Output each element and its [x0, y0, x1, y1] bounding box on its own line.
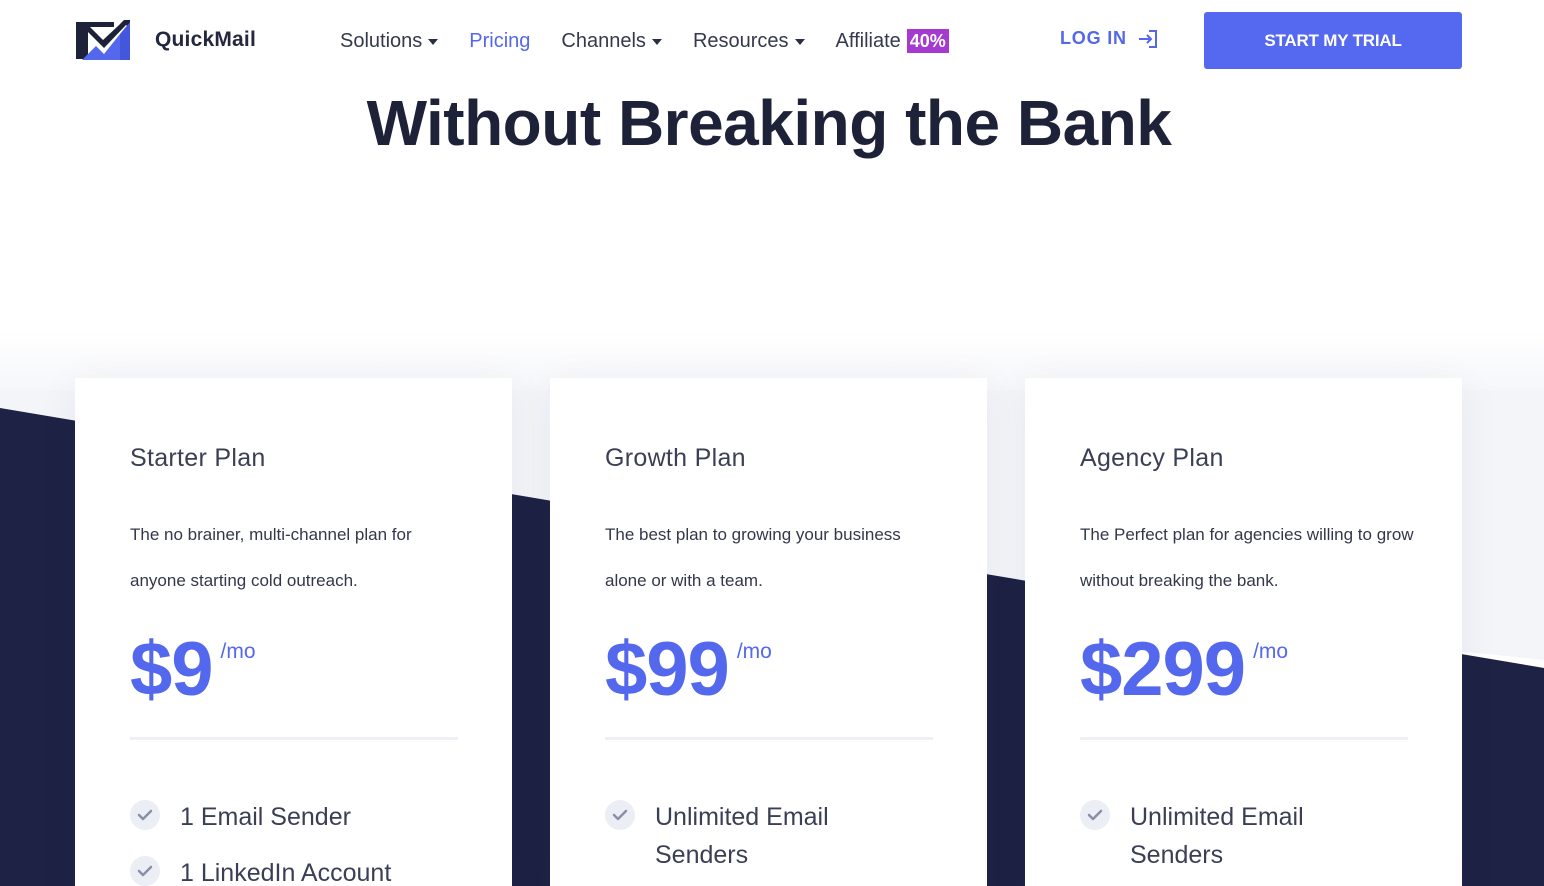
plan-card-growth: Growth Plan The best plan to growing you… — [550, 378, 987, 886]
envelope-chart-icon[interactable] — [74, 18, 132, 64]
plan-price: $299 /mo — [1080, 626, 1288, 714]
page-headline: Without Breaking the Bank — [366, 87, 1172, 159]
start-trial-button[interactable]: START MY TRIAL — [1204, 12, 1462, 69]
nav-item-channels[interactable]: Channels — [561, 30, 662, 53]
nav-item-pricing[interactable]: Pricing — [469, 30, 530, 53]
main-nav: Solutions Pricing Channels Resources Aff… — [340, 27, 980, 55]
plan-description: The best plan to growing your business a… — [605, 525, 901, 590]
plan-description: The no brainer, multi-channel plan for a… — [130, 525, 412, 590]
feature-list: 1 Email Sender 1 LinkedIn Account — [130, 798, 440, 886]
feature-text: Unlimited Email Senders — [1130, 803, 1304, 869]
divider — [1080, 737, 1408, 740]
site-header: QuickMail Solutions Pricing Channels Res… — [0, 0, 1544, 82]
feature-item: Unlimited Email Senders — [605, 798, 875, 874]
brand-name[interactable]: QuickMail — [155, 28, 256, 52]
plan-price: $99 /mo — [605, 626, 772, 714]
feature-list: Unlimited Email Senders — [605, 798, 875, 886]
price-period: /mo — [736, 640, 772, 663]
nav-item-label: Channels — [561, 29, 646, 52]
price-amount: $9 — [130, 627, 214, 712]
plan-name: Starter Plan — [130, 444, 266, 472]
plan-card-starter: Starter Plan The no brainer, multi-chann… — [75, 378, 512, 886]
plan-price: $9 /mo — [130, 626, 256, 714]
nav-item-label: Pricing — [469, 29, 531, 52]
affiliate-badge: 40% — [906, 29, 949, 53]
caret-down-icon — [428, 39, 439, 45]
nav-item-label: Solutions — [340, 29, 423, 52]
price-period: /mo — [220, 640, 256, 663]
nav-item-solutions[interactable]: Solutions — [340, 29, 439, 53]
check-icon — [130, 856, 160, 886]
feature-text: Unlimited Email Senders — [655, 803, 829, 869]
divider — [605, 737, 933, 740]
plan-card-agency: Agency Plan The Perfect plan for agencie… — [1025, 378, 1462, 886]
feature-item: 1 Email Sender — [130, 798, 440, 836]
login-link[interactable]: LOG IN — [1060, 28, 1159, 49]
nav-item-resources[interactable]: Resources — [693, 30, 805, 53]
divider — [130, 737, 458, 740]
feature-text: 1 LinkedIn Account — [180, 859, 392, 886]
feature-item: Unlimited Email Senders — [1080, 798, 1350, 874]
caret-down-icon — [651, 39, 662, 45]
plan-name: Growth Plan — [605, 444, 746, 472]
feature-item: 1 LinkedIn Account — [130, 854, 440, 886]
price-period: /mo — [1253, 640, 1289, 663]
nav-item-label: Affiliate — [835, 29, 901, 52]
plan-name: Agency Plan — [1080, 444, 1224, 472]
plan-description: The Perfect plan for agencies willing to… — [1080, 525, 1414, 590]
nav-item-label: Resources — [692, 29, 789, 52]
check-icon — [605, 800, 635, 830]
price-amount: $99 — [605, 627, 730, 712]
nav-item-affiliate[interactable]: Affiliate 40% — [836, 29, 949, 53]
check-icon — [1080, 800, 1110, 830]
price-amount: $299 — [1080, 627, 1246, 712]
login-label: LOG IN — [1060, 28, 1127, 48]
check-icon — [130, 800, 160, 830]
feature-text: 1 Email Sender — [180, 803, 351, 831]
feature-list: Unlimited Email Senders — [1080, 798, 1350, 886]
sign-in-icon — [1138, 29, 1157, 48]
caret-down-icon — [794, 39, 805, 45]
